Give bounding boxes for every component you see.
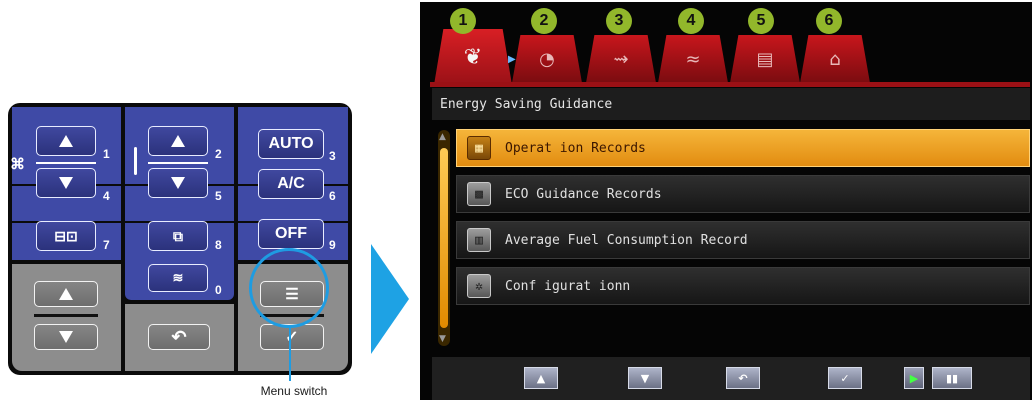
up-arrow-icon: ▲	[536, 371, 546, 385]
page-title: Energy Saving Guidance	[432, 88, 1030, 120]
vent-mode-button[interactable]: ⧉	[148, 221, 208, 251]
check-icon: ✓	[840, 371, 850, 385]
tab-number-badge: 5	[748, 8, 774, 34]
list-icon: ▤	[756, 48, 774, 70]
menu-item-label: Operat ion Records	[505, 140, 646, 156]
active-tab-indicator-icon: ▶	[508, 54, 516, 65]
soft-menu-button[interactable]: ▮▮	[932, 367, 972, 389]
temp-divider	[148, 162, 208, 164]
up-arrow-icon	[59, 288, 73, 300]
soft-play-button[interactable]: ▶	[904, 367, 924, 389]
tab-list[interactable]: ▤	[730, 35, 800, 83]
display-screen: 1 2 3 4 5 6 ❦ ▶ ◔ ⇝ ≈ ▤ ⌂ Energy Saving …	[420, 2, 1032, 400]
menu-item-label: ECO Guidance Records	[505, 186, 662, 202]
fan-down-button[interactable]	[36, 168, 96, 198]
fan-icon: ⌘	[10, 156, 25, 173]
back-icon: ↶	[738, 371, 748, 385]
tab-number-badge: 1	[450, 8, 476, 34]
hose-icon: ⇝	[613, 48, 629, 70]
key-number: 4	[103, 189, 110, 203]
leaf-icon: ❦	[463, 44, 483, 70]
nav-divider	[34, 314, 98, 317]
soft-up-button[interactable]: ▲	[524, 367, 558, 389]
temp-up-button[interactable]	[148, 126, 208, 156]
tab-gauge[interactable]: ◔	[512, 35, 582, 83]
tab-wave[interactable]: ≈	[658, 35, 728, 83]
confirm-button[interactable]: ✓	[260, 324, 324, 350]
defrost-button[interactable]: ≋	[148, 264, 208, 292]
key-number: 6	[329, 189, 336, 203]
menu-item-configuration[interactable]: ✲ Conf igurat ionn	[456, 267, 1030, 305]
menu-item-eco-guidance-records[interactable]: ▩ ECO Guidance Records	[456, 175, 1030, 213]
tab-energy-saving[interactable]: ❦	[434, 29, 512, 85]
tab-number-badge: 3	[606, 8, 632, 34]
key-number: 1	[103, 147, 110, 161]
soft-back-button[interactable]: ↶	[726, 367, 760, 389]
eco-records-icon: ▩	[467, 182, 491, 206]
play-icon: ▶	[909, 371, 919, 385]
menu-switch-highlight	[249, 248, 329, 328]
up-arrow-icon	[171, 135, 185, 147]
menu-up-button[interactable]	[34, 281, 98, 307]
key-number: 5	[215, 189, 222, 203]
menu-down-button[interactable]	[34, 324, 98, 350]
back-icon: ↶	[171, 326, 187, 347]
down-arrow-icon	[59, 177, 73, 189]
up-arrow-icon	[59, 135, 73, 147]
temp-down-button[interactable]	[148, 168, 208, 198]
tab-number-badge: 2	[531, 8, 557, 34]
pause-icon: ▮▮	[945, 371, 959, 385]
back-button[interactable]: ↶	[148, 324, 210, 350]
soft-confirm-button[interactable]: ✓	[828, 367, 862, 389]
scroll-down-icon[interactable]: ▼	[439, 334, 446, 344]
key-number: 7	[103, 238, 110, 252]
gauge-icon: ◔	[539, 48, 555, 70]
fan-divider	[36, 162, 96, 164]
gear-icon: ✲	[467, 274, 491, 298]
transition-arrow-icon	[371, 244, 409, 354]
off-button[interactable]: OFF	[258, 219, 324, 249]
menu-item-average-fuel-consumption[interactable]: ▥ Average Fuel Consumption Record	[456, 221, 1030, 259]
vent-mode-icon: ⧉	[173, 227, 183, 244]
soft-key-bar: ▲ ▼ ↶ ✓ ▶ ▮▮	[432, 357, 1030, 400]
defrost-icon: ≋	[172, 270, 184, 285]
air-mode-button[interactable]: ⊟⊡	[36, 221, 96, 251]
down-arrow-icon	[171, 177, 185, 189]
key-number: 9	[329, 238, 336, 252]
fan-up-button[interactable]	[36, 126, 96, 156]
thermometer-icon	[134, 147, 137, 175]
key-number: 2	[215, 147, 222, 161]
check-icon: ✓	[285, 329, 299, 346]
down-arrow-icon	[59, 331, 73, 343]
callout-line	[289, 327, 291, 381]
key-number: 3	[329, 149, 336, 163]
menu-item-label: Conf igurat ionn	[505, 278, 631, 294]
key-number: 8	[215, 238, 222, 252]
ac-button[interactable]: A/C	[258, 169, 324, 199]
soft-down-button[interactable]: ▼	[628, 367, 662, 389]
engine-icon: ⌂	[829, 48, 841, 70]
air-mode-icon: ⊟⊡	[54, 227, 78, 244]
control-keypad: ⌘ 1 4 2 5 AUTO 3 A/C 6 OFF 9 ⊟⊡ 7 ⧉ 8 ≋ …	[8, 103, 352, 375]
tab-strip	[430, 82, 1030, 87]
records-icon: ▦	[467, 136, 491, 160]
tab-number-badge: 4	[678, 8, 704, 34]
menu-switch-label: Menu switch	[260, 384, 328, 398]
scrollbar-thumb[interactable]	[440, 148, 448, 328]
down-arrow-icon: ▼	[640, 371, 650, 385]
fuel-record-icon: ▥	[467, 228, 491, 252]
tab-engine[interactable]: ⌂	[800, 35, 870, 83]
tab-hose[interactable]: ⇝	[586, 35, 656, 83]
scroll-up-icon[interactable]: ▲	[439, 132, 446, 142]
wave-icon: ≈	[685, 48, 701, 70]
menu-item-operation-records[interactable]: ▦ Operat ion Records	[456, 129, 1030, 167]
menu-item-label: Average Fuel Consumption Record	[505, 232, 748, 248]
tab-number-badge: 6	[816, 8, 842, 34]
auto-button[interactable]: AUTO	[258, 129, 324, 159]
key-number: 0	[215, 283, 222, 297]
